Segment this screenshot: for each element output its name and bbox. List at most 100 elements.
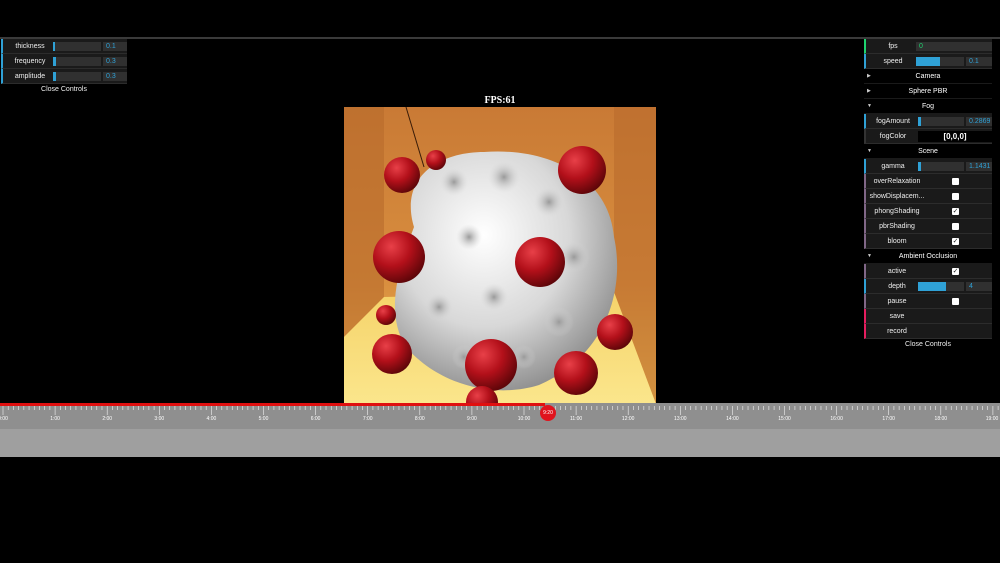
gamma-label: gamma (881, 163, 905, 170)
fog-amount-slider[interactable] (918, 117, 964, 126)
timeline-tick-label: 17:00 (882, 416, 895, 422)
phong-shading-control[interactable]: phongShading ✓ (864, 204, 992, 219)
timeline-tick-label: 10:00 (517, 416, 531, 422)
save-button[interactable]: save (864, 309, 992, 324)
fog-color-input[interactable]: [0,0,0] (918, 131, 992, 142)
speed-control[interactable]: speed 0.1 (864, 54, 992, 69)
timeline-tick-label: 18:00 (934, 416, 948, 422)
fog-folder-title: Fog (921, 103, 935, 110)
camera-folder-title: Camera (915, 73, 941, 80)
close-controls-button-left[interactable]: Close Controls (1, 84, 127, 96)
timeline-tick-label: 13:00 (674, 416, 687, 422)
pause-label: pause (887, 298, 907, 305)
pbr-shading-label: pbrShading (879, 223, 915, 230)
speed-label: speed (883, 58, 903, 65)
amplitude-input[interactable]: 0.3 (103, 72, 127, 81)
timeline-tick-label: 15:00 (778, 416, 791, 422)
fps-label: fps (888, 43, 898, 50)
fog-folder[interactable]: ▼ Fog (864, 99, 992, 114)
ao-depth-slider[interactable] (918, 282, 964, 291)
fps-readout: FPS:61 (484, 95, 516, 106)
timeline-tick-label: 0:00 (0, 416, 8, 422)
ao-active-checkbox[interactable]: ✓ (952, 268, 959, 275)
frequency-label: frequency (14, 58, 46, 65)
fps-control[interactable]: fps 0 (864, 39, 992, 54)
timeline-bar[interactable]: 0:00 1:00 2:00 3:00 4:00 5:00 6:00 7:00 8:00 9:00… (0, 403, 1000, 457)
frequency-slider[interactable] (53, 57, 101, 66)
frequency-input[interactable]: 0.3 (103, 57, 127, 66)
camera-folder[interactable]: ▶ Camera (864, 69, 992, 84)
fps-input[interactable]: 0 (916, 42, 992, 51)
record-button[interactable]: record (864, 324, 992, 339)
ao-depth-input[interactable]: 4 (966, 282, 992, 291)
timeline-tick-label: 1:00 (50, 416, 60, 422)
thickness-control[interactable]: thickness 0.1 (1, 39, 127, 54)
amplitude-slider[interactable] (53, 72, 101, 81)
triangle-right-icon: ▶ (867, 73, 871, 79)
bloom-control[interactable]: bloom ✓ (864, 234, 992, 249)
scene-folder[interactable]: ▼ Scene (864, 144, 992, 159)
right-controls-panel: fps 0 speed 0.1 ▶ Camera ▶ Sphere PBR ▼ Fog… (864, 39, 992, 351)
thickness-input[interactable]: 0.1 (103, 42, 127, 51)
amplitude-control[interactable]: amplitude 0.3 (1, 69, 127, 84)
show-displacement-checkbox[interactable] (952, 193, 959, 200)
timeline-tick-label: 12:00 (621, 416, 635, 422)
ao-active-label: active (887, 268, 907, 275)
timeline-tick-label: 14:00 (726, 416, 739, 422)
timeline-tick-label: 6:00 (310, 416, 321, 422)
timeline-tick-label: 16:00 (830, 416, 843, 422)
pause-checkbox[interactable] (952, 298, 959, 305)
frequency-slider-fill (53, 57, 56, 66)
gamma-slider[interactable] (918, 162, 964, 171)
timeline-tick-label: 5:00 (258, 416, 269, 422)
fog-amount-input[interactable]: 0.2869 (966, 117, 992, 126)
timeline-tick-label: 8:00 (414, 416, 425, 422)
over-relaxation-label: overRelaxation (873, 178, 921, 185)
fog-color-label: fogColor (879, 133, 907, 140)
gamma-control[interactable]: gamma 1.1431 (864, 159, 992, 174)
ambient-occlusion-folder[interactable]: ▼ Ambient Occlusion (864, 249, 992, 264)
sphere-pbr-folder[interactable]: ▶ Sphere PBR (864, 84, 992, 99)
over-relaxation-checkbox[interactable] (952, 178, 959, 185)
show-displacement-label: showDisplacem... (869, 193, 925, 200)
thickness-slider-fill (53, 42, 55, 51)
bloom-label: bloom (887, 238, 907, 245)
speed-input[interactable]: 0.1 (966, 57, 992, 66)
triangle-down-icon: ▼ (867, 148, 872, 154)
ao-active-control[interactable]: active ✓ (864, 264, 992, 279)
speed-slider-fill (916, 57, 940, 66)
fog-amount-control[interactable]: fogAmount 0.2869 (864, 114, 992, 129)
phong-shading-checkbox[interactable]: ✓ (952, 208, 959, 215)
render-canvas (344, 107, 656, 404)
pbr-shading-control[interactable]: pbrShading (864, 219, 992, 234)
gamma-input[interactable]: 1.1431 (966, 162, 992, 171)
top-divider (0, 37, 1000, 39)
gamma-slider-fill (918, 162, 921, 171)
frequency-control[interactable]: frequency 0.3 (1, 54, 127, 69)
speed-slider[interactable] (916, 57, 964, 66)
scene-folder-title: Scene (918, 148, 938, 155)
fog-amount-slider-fill (918, 117, 921, 126)
pbr-shading-checkbox[interactable] (952, 223, 959, 230)
show-displacement-control[interactable]: showDisplacem... (864, 189, 992, 204)
save-label: save (889, 313, 905, 320)
sphere-pbr-folder-title: Sphere PBR (908, 88, 948, 95)
thickness-label: thickness (15, 43, 45, 50)
thickness-slider[interactable] (53, 42, 101, 51)
record-label: record (887, 328, 907, 335)
amplitude-label: amplitude (14, 73, 46, 80)
timeline-tick-label: 9:00 (467, 416, 477, 422)
timeline-tick-label: 3:00 (154, 416, 165, 422)
timeline-playhead[interactable]: 9:20 (540, 405, 556, 421)
ao-depth-slider-fill (918, 282, 946, 291)
close-controls-button-right[interactable]: Close Controls (864, 339, 992, 351)
phong-shading-label: phongShading (874, 208, 920, 215)
ao-depth-control[interactable]: depth 4 (864, 279, 992, 294)
over-relaxation-control[interactable]: overRelaxation (864, 174, 992, 189)
fog-color-control[interactable]: fogColor [0,0,0] (864, 129, 992, 144)
pause-control[interactable]: pause (864, 294, 992, 309)
fog-amount-label: fogAmount (876, 118, 910, 125)
bloom-checkbox[interactable]: ✓ (952, 238, 959, 245)
left-wall (344, 107, 384, 337)
render-viewport[interactable] (344, 107, 656, 404)
